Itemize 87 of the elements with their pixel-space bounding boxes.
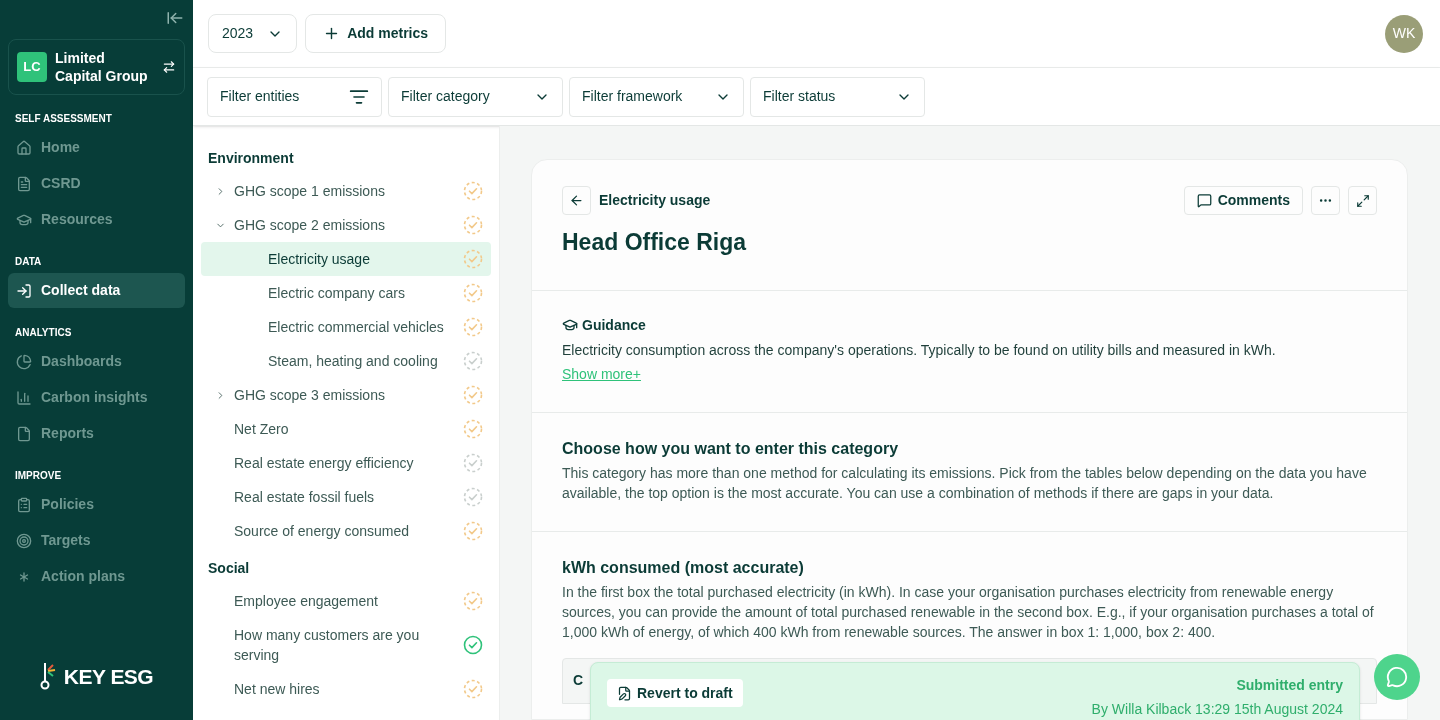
page-title: Head Office Riga bbox=[562, 228, 748, 257]
filter-entities-button[interactable]: Filter entities bbox=[207, 76, 382, 117]
nav-section-label: SELF ASSESSMENT bbox=[14, 112, 113, 126]
method-title: Choose how you want to enter this category bbox=[562, 438, 900, 459]
metric-label: Real estate energy efficiency bbox=[234, 454, 415, 473]
metric-label: Employee engagement bbox=[234, 592, 379, 611]
chat-bubble-icon bbox=[1386, 666, 1408, 688]
more-options-button[interactable] bbox=[1311, 186, 1340, 215]
key-logo-icon bbox=[39, 661, 58, 692]
filter-dropdown[interactable]: Filter category bbox=[388, 76, 563, 117]
organisation-avatar: LC bbox=[17, 52, 47, 82]
metric-label: GHG scope 2 emissions bbox=[234, 216, 386, 235]
metric-item[interactable]: Electricity usage bbox=[201, 242, 491, 276]
table-header-cell-text: C bbox=[573, 671, 584, 690]
nav-item[interactable]: Action plans bbox=[8, 559, 185, 594]
bar-chart-icon bbox=[16, 389, 32, 406]
file-icon bbox=[16, 425, 32, 442]
metric-item[interactable]: Net new hires bbox=[201, 672, 491, 706]
filter-dropdown[interactable]: Filter status bbox=[750, 76, 925, 117]
nav-item[interactable]: Policies bbox=[8, 487, 185, 522]
nav-item[interactable]: Resources bbox=[8, 202, 185, 237]
list-icon bbox=[16, 496, 32, 513]
metric-label: Electric commercial vehicles bbox=[268, 318, 445, 337]
section-text: In the first box the total purchased electricity (in kWh). In case your organisation purchases electricity from renewable energy sources, you can provide the amount of total purchased renewable in the second box. E.g., if your organisation purchases a total of 1,000 kWh of energy, of which 400 kWh from renewable sources. The answer in box 1: 1,000, box 2: 400. bbox=[562, 582, 1375, 642]
pie-chart-icon bbox=[16, 353, 32, 370]
metric-item[interactable]: How many customers are you serving bbox=[201, 618, 491, 672]
house-icon bbox=[16, 139, 32, 156]
filter-dropdown[interactable]: Filter framework bbox=[569, 76, 744, 117]
comment-icon bbox=[1196, 193, 1212, 208]
revert-to-draft-button[interactable]: Revert to draft bbox=[607, 679, 743, 707]
submission-status: Submitted entry bbox=[1236, 676, 1343, 695]
document-icon bbox=[16, 175, 32, 192]
metric-item[interactable]: Electric company cars bbox=[201, 276, 491, 310]
metric-label: Electricity usage bbox=[268, 250, 371, 269]
nav-item[interactable]: Carbon insights bbox=[8, 380, 185, 415]
nav-section-label: IMPROVE bbox=[14, 469, 63, 483]
metric-group-title: Social bbox=[207, 559, 251, 578]
nav-item[interactable]: Collect data bbox=[8, 273, 185, 308]
nav-section-label: DATA bbox=[14, 255, 43, 269]
nav-item[interactable]: Home bbox=[8, 130, 185, 165]
graduation-cap-icon bbox=[562, 317, 578, 333]
back-button[interactable] bbox=[562, 186, 591, 215]
collapse-sidebar-icon[interactable] bbox=[166, 9, 184, 27]
enter-icon bbox=[16, 282, 32, 299]
submission-byline: By Willa Kilback 13:29 15th August 2024 bbox=[1091, 700, 1343, 719]
metric-label: GHG scope 1 emissions bbox=[234, 182, 386, 201]
breadcrumb-label: Electricity usage bbox=[599, 191, 711, 210]
metric-item[interactable]: GHG scope 3 emissions bbox=[201, 378, 491, 412]
metric-label: Net Zero bbox=[234, 420, 290, 439]
comments-button[interactable]: Comments bbox=[1183, 186, 1303, 215]
metric-label: Real estate fossil fuels bbox=[234, 488, 376, 507]
metric-item[interactable]: GHG scope 1 emissions bbox=[201, 174, 491, 208]
nav-item[interactable]: Dashboards bbox=[8, 344, 185, 379]
guidance-text: Electricity consumption across the company's operations. Typically to be found on utility bills and measured in kWh. bbox=[562, 340, 1277, 360]
nav-item[interactable]: Targets bbox=[8, 523, 185, 558]
chat-button[interactable] bbox=[1374, 654, 1420, 700]
metric-group-title: Environment bbox=[207, 149, 295, 168]
expand-button[interactable] bbox=[1348, 186, 1377, 215]
metric-item[interactable]: Source of energy consumed bbox=[201, 514, 491, 548]
metric-label: How many customers are you serving bbox=[234, 626, 421, 665]
metric-item[interactable]: Net Zero bbox=[201, 412, 491, 446]
nav-item[interactable]: Reports bbox=[8, 416, 185, 451]
metric-item[interactable]: Real estate energy efficiency bbox=[201, 446, 491, 480]
guidance-title: Guidance bbox=[582, 315, 646, 335]
metric-item[interactable]: Electric commercial vehicles bbox=[201, 310, 491, 344]
metric-label: Steam, heating and cooling bbox=[268, 352, 439, 371]
metric-item[interactable]: Steam, heating and cooling bbox=[201, 344, 491, 378]
nav-item[interactable]: CSRD bbox=[8, 166, 185, 201]
switch-arrows-icon[interactable] bbox=[162, 60, 176, 74]
year-dropdown[interactable]: 2023 bbox=[208, 14, 298, 53]
metric-label: GHG scope 3 emissions bbox=[234, 386, 386, 405]
brand-name: KEY ESG bbox=[63, 663, 154, 690]
target-icon bbox=[16, 532, 32, 549]
section-title: kWh consumed (most accurate) bbox=[562, 557, 805, 578]
metric-label: Source of energy consumed bbox=[234, 522, 411, 541]
method-text: This category has more than one method for calculating its emissions. Pick from the tables below depending on the data you have available, the top option is the most accurate. You can use a combination of methods if there are gaps in your data. bbox=[562, 463, 1368, 503]
nav-section-label: ANALYTICS bbox=[14, 326, 73, 340]
metric-item[interactable]: Real estate fossil fuels bbox=[201, 480, 491, 514]
metric-label: Net new hires bbox=[234, 680, 321, 699]
metric-item[interactable]: Employee engagement bbox=[201, 584, 491, 618]
metric-item[interactable]: GHG scope 2 emissions bbox=[201, 208, 491, 242]
expand-icon bbox=[1355, 193, 1370, 208]
organisation-switcher[interactable]: LC Limited Capital Group bbox=[8, 39, 185, 95]
organisation-name: Limited Capital Group bbox=[55, 49, 149, 85]
add-metrics-button[interactable]: Add metrics bbox=[305, 14, 447, 53]
file-edit-icon bbox=[617, 685, 632, 701]
metric-label: Electric company cars bbox=[268, 284, 406, 303]
